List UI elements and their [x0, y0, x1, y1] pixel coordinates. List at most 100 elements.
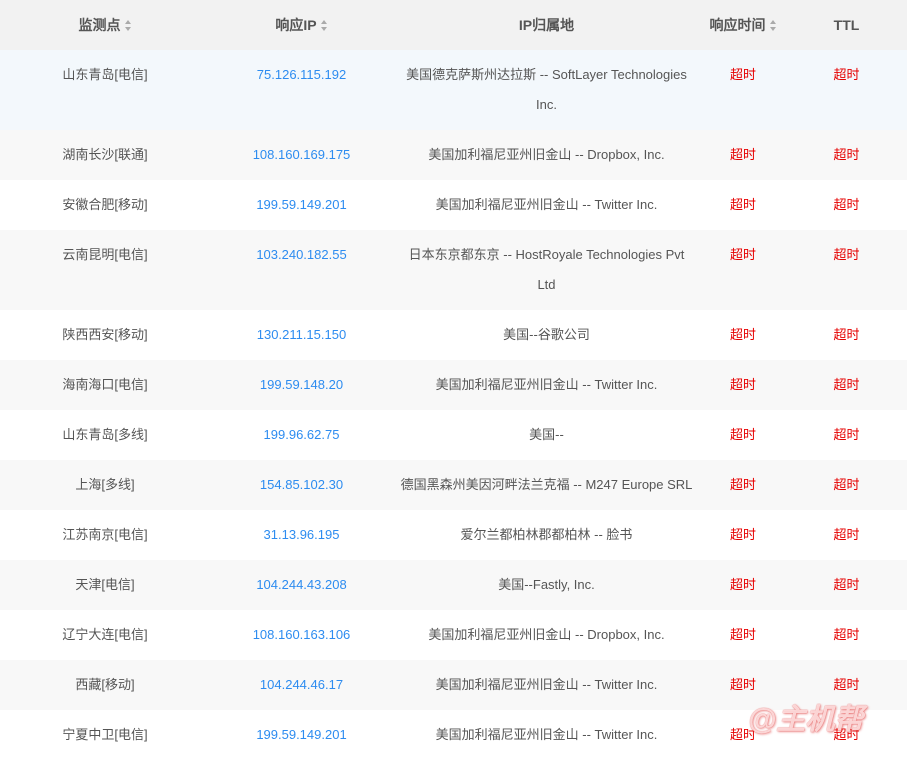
ip-link[interactable]: 103.240.182.55	[256, 247, 346, 262]
cell-ip-location: 美国--谷歌公司	[503, 327, 590, 342]
ip-link[interactable]: 199.96.62.75	[264, 427, 340, 442]
cell-response-time: 超时	[700, 360, 786, 410]
column-header-label: 响应IP	[275, 17, 317, 33]
column-header-ip-location: IP归属地	[393, 0, 700, 50]
cell-ip-location: 美国德克萨斯州达拉斯 -- SoftLayer Technologies Inc…	[393, 50, 700, 130]
cell-ip-location: 美国--	[529, 427, 564, 442]
ip-link[interactable]: 75.126.115.192	[257, 67, 346, 82]
cell-response-time: 超时	[729, 627, 756, 642]
cell-response-ip: 103.240.182.55	[210, 230, 393, 310]
cell-monitor-point: 陕西西安[移动]	[62, 327, 148, 342]
cell-ttl: 超时	[786, 560, 907, 610]
cell-monitor-point: 江苏南京[电信]	[62, 527, 148, 542]
cell-ip-location: 美国加利福尼亚州旧金山 -- Twitter Inc.	[435, 727, 658, 742]
cell-ttl: 超时	[833, 727, 860, 742]
cell-monitor-point: 湖南长沙[联通]	[0, 130, 210, 180]
cell-response-ip: 108.160.163.106	[210, 610, 393, 660]
cell-ip-location: 美国加利福尼亚州旧金山 -- Dropbox, Inc.	[393, 130, 700, 180]
cell-response-time: 超时	[729, 527, 756, 542]
sort-caret-icon[interactable]	[124, 20, 132, 31]
cell-ttl: 超时	[786, 360, 907, 410]
ip-link[interactable]: 130.211.15.150	[257, 327, 346, 342]
column-header-response-time[interactable]: 响应时间	[700, 0, 786, 50]
cell-ttl: 超时	[833, 327, 860, 342]
cell-ttl: 超时	[833, 527, 860, 542]
cell-monitor-point: 西藏[移动]	[0, 660, 210, 710]
column-header-label: IP归属地	[518, 17, 575, 33]
column-header-label: 监测点	[78, 17, 121, 33]
cell-response-ip: 104.244.43.208	[210, 560, 393, 610]
cell-response-ip: 199.59.149.201	[210, 710, 393, 760]
cell-ip-location: 美国加利福尼亚州旧金山 -- Twitter Inc.	[393, 660, 700, 710]
ip-link[interactable]: 31.13.96.195	[264, 527, 340, 542]
table-row: 海南海口[电信] 199.59.148.20 美国加利福尼亚州旧金山 -- Tw…	[0, 360, 907, 410]
cell-ip-location: 美国--Fastly, Inc.	[393, 560, 700, 610]
table-row: 江苏南京[电信] 31.13.96.195 爱尔兰都柏林郡都柏林 -- 脸书 超…	[0, 510, 907, 560]
cell-monitor-point: 海南海口[电信]	[0, 360, 210, 410]
cell-monitor-point: 天津[电信]	[0, 560, 210, 610]
column-header-label: 响应时间	[709, 17, 766, 33]
column-header-monitor-point[interactable]: 监测点	[0, 0, 210, 50]
results-viewport: 监测点 响应IP IP归属地 响应时间 TTL 山东青岛[电信] 75.126.…	[0, 0, 907, 768]
cell-response-ip: 75.126.115.192	[210, 50, 393, 130]
cell-ttl: 超时	[833, 627, 860, 642]
table-row: 山东青岛[电信] 75.126.115.192 美国德克萨斯州达拉斯 -- So…	[0, 50, 907, 130]
cell-response-ip: 104.244.46.17	[210, 660, 393, 710]
cell-response-time: 超时	[729, 727, 756, 742]
ip-link[interactable]: 199.59.149.201	[256, 197, 346, 212]
cell-ttl: 超时	[786, 660, 907, 710]
table-row: 天津[电信] 104.244.43.208 美国--Fastly, Inc. 超…	[0, 560, 907, 610]
cell-monitor-point: 云南昆明[电信]	[0, 230, 210, 310]
cell-response-ip: 31.13.96.195	[210, 510, 393, 560]
table-row: 安徽合肥[移动] 199.59.149.201 美国加利福尼亚州旧金山 -- T…	[0, 180, 907, 230]
cell-ttl: 超时	[786, 230, 907, 310]
table-row: 辽宁大连[电信] 108.160.163.106 美国加利福尼亚州旧金山 -- …	[0, 610, 907, 660]
cell-response-time: 超时	[729, 427, 756, 442]
cell-response-time: 超时	[700, 130, 786, 180]
cell-ip-location: 爱尔兰都柏林郡都柏林 -- 脸书	[460, 527, 633, 542]
cell-response-time: 超时	[729, 197, 756, 212]
ip-link[interactable]: 199.59.149.201	[256, 727, 346, 742]
column-header-ttl: TTL	[786, 0, 907, 50]
cell-ttl: 超时	[786, 50, 907, 130]
ip-link[interactable]: 199.59.148.20	[260, 377, 343, 392]
table-row: 湖南长沙[联通] 108.160.169.175 美国加利福尼亚州旧金山 -- …	[0, 130, 907, 180]
table-row: 陕西西安[移动] 130.211.15.150 美国--谷歌公司 超时 超时	[0, 310, 907, 360]
cell-ip-location: 美国加利福尼亚州旧金山 -- Twitter Inc.	[393, 360, 700, 410]
table-row: 云南昆明[电信] 103.240.182.55 日本东京都东京 -- HostR…	[0, 230, 907, 310]
cell-ip-location: 美国加利福尼亚州旧金山 -- Dropbox, Inc.	[428, 627, 665, 642]
ip-link[interactable]: 104.244.43.208	[256, 577, 346, 592]
cell-response-time: 超时	[700, 460, 786, 510]
cell-response-time: 超时	[700, 50, 786, 130]
sort-caret-icon[interactable]	[320, 20, 328, 31]
cell-monitor-point: 宁夏中卫[电信]	[62, 727, 148, 742]
ip-link[interactable]: 154.85.102.30	[260, 477, 343, 492]
cell-response-time: 超时	[700, 660, 786, 710]
cell-ip-location: 日本东京都东京 -- HostRoyale Technologies Pvt L…	[393, 230, 700, 310]
ip-link[interactable]: 108.160.163.106	[253, 627, 351, 642]
cell-response-time: 超时	[700, 230, 786, 310]
cell-response-ip: 154.85.102.30	[210, 460, 393, 510]
cell-ip-location: 美国加利福尼亚州旧金山 -- Twitter Inc.	[435, 197, 658, 212]
cell-ttl: 超时	[833, 427, 860, 442]
cell-response-ip: 130.211.15.150	[210, 310, 393, 360]
cell-response-ip: 199.59.148.20	[210, 360, 393, 410]
cell-response-ip: 199.96.62.75	[210, 410, 393, 460]
column-header-response-ip[interactable]: 响应IP	[210, 0, 393, 50]
monitor-results-table: 监测点 响应IP IP归属地 响应时间 TTL 山东青岛[电信] 75.126.…	[0, 0, 907, 760]
table-header-row: 监测点 响应IP IP归属地 响应时间 TTL	[0, 0, 907, 50]
cell-ttl: 超时	[786, 460, 907, 510]
cell-monitor-point: 辽宁大连[电信]	[62, 627, 148, 642]
table-row: 西藏[移动] 104.244.46.17 美国加利福尼亚州旧金山 -- Twit…	[0, 660, 907, 710]
cell-ttl: 超时	[786, 130, 907, 180]
cell-response-time: 超时	[700, 560, 786, 610]
table-row: 山东青岛[多线] 199.96.62.75 美国-- 超时 超时	[0, 410, 907, 460]
ip-link[interactable]: 104.244.46.17	[260, 677, 343, 692]
table-row: 宁夏中卫[电信] 199.59.149.201 美国加利福尼亚州旧金山 -- T…	[0, 710, 907, 760]
ip-link[interactable]: 108.160.169.175	[253, 147, 351, 162]
cell-response-time: 超时	[729, 327, 756, 342]
column-header-label: TTL	[833, 17, 860, 33]
sort-caret-icon[interactable]	[769, 20, 777, 31]
table-row: 上海[多线] 154.85.102.30 德国黑森州美因河畔法兰克福 -- M2…	[0, 460, 907, 510]
cell-monitor-point: 山东青岛[电信]	[0, 50, 210, 130]
